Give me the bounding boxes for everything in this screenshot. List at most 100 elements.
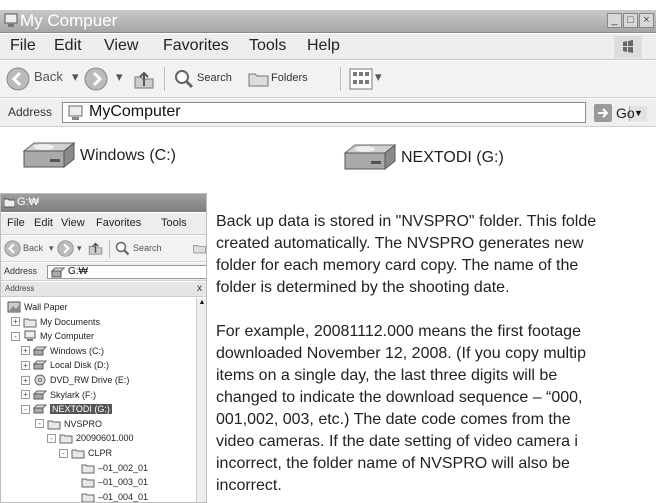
back-button[interactable]: Back (23, 243, 43, 253)
maximize-button[interactable]: □ (623, 13, 638, 28)
paragraph-line: items on a single day, the last three di… (216, 367, 558, 384)
tree-item-label: DVD_RW Drive (E:) (50, 375, 130, 385)
go-button[interactable]: Go (594, 103, 635, 123)
panel-title: Address (5, 284, 35, 293)
tree-item[interactable]: - NVSPRO (35, 417, 102, 431)
drive-icon (33, 390, 47, 400)
folder-icon (81, 464, 95, 474)
paragraph-line: downloaded November 12, 2008. (If you co… (216, 345, 586, 362)
forward-dropdown-icon[interactable]: ▾ (116, 69, 123, 85)
forward-arrow-icon[interactable] (57, 240, 74, 257)
drive-icon (33, 404, 47, 414)
tree-item[interactable]: + Local Disk (D:) (21, 358, 109, 372)
back-button[interactable]: Back (34, 69, 63, 84)
folders-button[interactable]: Folders (271, 72, 308, 84)
menu-file[interactable]: File (7, 217, 25, 229)
tree-item[interactable]: + My Documents (11, 315, 100, 329)
collapse-icon[interactable]: - (21, 404, 30, 414)
expand-icon[interactable]: + (21, 390, 30, 400)
tree-item[interactable]: –01_002_01 (81, 461, 148, 475)
menu-view[interactable]: View (104, 37, 138, 55)
search-button[interactable]: Search (197, 72, 232, 84)
menu-help[interactable]: Help (307, 37, 340, 55)
folder-icon (81, 493, 95, 502)
tree-item-label: CLPR (88, 448, 113, 458)
forward-arrow-icon[interactable] (84, 67, 108, 91)
paragraph-line: folder is determined by the shooting dat… (216, 279, 510, 296)
up-folder-icon[interactable] (132, 68, 156, 92)
paragraph-line: changed to indicate the download sequenc… (216, 389, 583, 406)
views-dropdown-icon[interactable]: ▾ (375, 69, 382, 85)
folders-icon[interactable] (193, 241, 207, 256)
tree-item[interactable]: + Skylark (F:) (21, 388, 96, 402)
tree-item[interactable]: - My Computer (11, 329, 94, 343)
menu-edit[interactable]: Edit (34, 217, 53, 229)
paragraph-line: incorrect. (216, 477, 282, 494)
address-label: Address (8, 105, 53, 119)
menu-edit[interactable]: Edit (54, 37, 82, 55)
forward-dropdown-icon[interactable]: ▾ (77, 243, 82, 254)
drive-label: NEXTODI (G:) (401, 149, 504, 166)
drive-item[interactable]: Windows (C:) (20, 141, 176, 171)
folder-icon (71, 449, 85, 459)
tree-item[interactable]: + DVD_RW Drive (E:) (21, 373, 129, 387)
folders-icon[interactable] (248, 70, 270, 88)
address-value: G:₩ (68, 266, 88, 277)
collapse-icon[interactable]: - (59, 448, 68, 458)
close-button[interactable]: × (639, 13, 654, 28)
collapse-icon[interactable]: - (47, 433, 56, 443)
folder-icon (81, 478, 95, 488)
menu-bar: File Edit View Favorites Tools Help (0, 34, 656, 60)
up-folder-icon[interactable] (87, 240, 104, 257)
address-input[interactable]: G:₩ (47, 265, 206, 279)
drive-icon (51, 267, 65, 278)
menu-tools[interactable]: Tools (249, 37, 286, 55)
wallpaper-icon (7, 301, 21, 313)
expand-icon[interactable]: + (21, 346, 30, 356)
tree-item[interactable]: - 20090601.000 (47, 431, 134, 445)
tree-item-label: Local Disk (D:) (50, 360, 110, 371)
collapse-icon[interactable]: - (35, 419, 44, 429)
tree-item[interactable]: - NEXTODI (G:) (21, 402, 112, 416)
collapse-icon[interactable]: - (11, 331, 20, 341)
menu-favorites[interactable]: Favorites (163, 37, 229, 55)
menu-bar: File Edit View Favorites Tools (1, 213, 206, 235)
views-icon[interactable] (349, 68, 373, 90)
address-value: MyComputer (89, 103, 181, 120)
menu-tools[interactable]: Tools (161, 217, 187, 229)
tree-item-label: Skylark (F:) (50, 389, 96, 400)
menu-favorites[interactable]: Favorites (96, 217, 141, 229)
tree-item[interactable]: –01_003_01 (81, 475, 148, 489)
tree-item[interactable]: Wall Paper (7, 300, 68, 314)
tree-scrollbar[interactable]: ▲ (196, 298, 206, 502)
menu-view[interactable]: View (61, 217, 85, 229)
minimize-button[interactable]: _ (607, 13, 622, 28)
tree-item-label: NEXTODI (G:) (50, 404, 112, 415)
drive-item[interactable]: NEXTODI (G:) (341, 143, 504, 173)
address-input[interactable]: MyComputer ▼ (62, 102, 647, 123)
title-bar[interactable]: G:₩ (1, 194, 206, 212)
tree-item-label: Wall Paper (24, 302, 68, 312)
hard-drive-icon (22, 141, 76, 169)
expand-icon[interactable]: + (21, 375, 30, 385)
panel-close-icon[interactable]: x (197, 283, 202, 294)
menu-file[interactable]: File (10, 37, 36, 55)
title-bar[interactable]: My Compuer _ □ × (0, 10, 656, 33)
tree-item[interactable]: - CLPR (59, 446, 112, 460)
back-arrow-icon[interactable] (4, 240, 21, 257)
computer-icon (24, 330, 36, 342)
tree-item[interactable]: –01_004_01 (81, 490, 148, 502)
scroll-up-icon[interactable]: ▲ (198, 299, 206, 307)
expand-icon[interactable]: + (21, 360, 30, 370)
tree-item[interactable]: + Windows (C:) (21, 344, 104, 358)
expand-icon[interactable]: + (11, 317, 20, 327)
search-button[interactable]: Search (133, 243, 162, 253)
back-arrow-icon[interactable] (6, 67, 30, 91)
back-dropdown-icon[interactable]: ▾ (49, 243, 54, 254)
tree-item-label: Windows (C:) (50, 345, 105, 356)
folder-icon (23, 318, 37, 328)
search-icon[interactable] (115, 241, 130, 256)
search-icon[interactable] (174, 69, 194, 89)
toolbar: Back ▾ ▾ Search (1, 236, 207, 262)
back-dropdown-icon[interactable]: ▾ (72, 69, 79, 85)
